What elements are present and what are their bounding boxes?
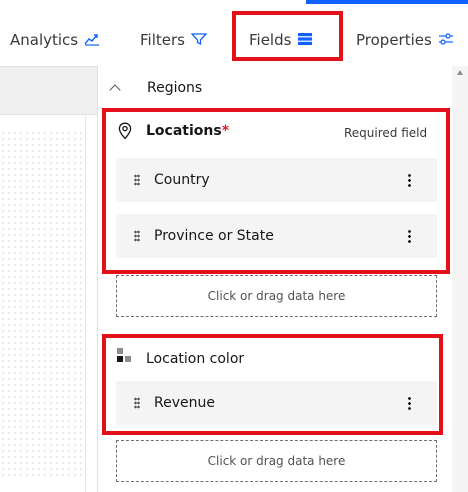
tab-filters[interactable]: Filters	[140, 16, 208, 66]
line-chart-icon	[84, 17, 100, 65]
tab-analytics-label: Analytics	[10, 31, 79, 49]
field-row-province-or-state[interactable]: Province or State	[116, 214, 437, 258]
tab-properties-label: Properties	[356, 31, 432, 49]
tab-analytics[interactable]: Analytics	[10, 16, 100, 66]
overflow-menu-icon[interactable]	[408, 396, 411, 410]
tab-filters-label: Filters	[140, 31, 185, 49]
scroll-up-icon[interactable]	[457, 70, 463, 75]
location-color-title: Location color	[146, 351, 245, 367]
overflow-menu-icon[interactable]	[408, 229, 411, 243]
field-label: Province or State	[154, 228, 274, 244]
drag-handle-icon[interactable]	[134, 174, 140, 186]
locations-title: Locations*	[146, 121, 229, 141]
locations-drop-zone[interactable]: Click or drag data here	[116, 275, 437, 317]
filter-icon	[190, 17, 208, 65]
tab-accent-bar	[306, 0, 468, 4]
required-field-note: Required field	[344, 126, 428, 140]
locations-title-text: Locations	[146, 123, 222, 139]
field-row-revenue[interactable]: Revenue	[116, 381, 437, 425]
sliders-icon	[438, 17, 454, 65]
field-label: Revenue	[154, 395, 215, 411]
canvas-grid	[0, 130, 85, 480]
color-swatch-icon	[116, 347, 134, 365]
tab-properties[interactable]: Properties	[356, 16, 454, 66]
overflow-menu-icon[interactable]	[408, 173, 411, 187]
canvas-toolbar-strip	[0, 66, 97, 115]
drag-handle-icon[interactable]	[134, 397, 140, 409]
field-row-country[interactable]: Country	[116, 158, 437, 202]
required-asterisk: *	[221, 123, 230, 139]
location-pin-icon	[118, 122, 132, 144]
section-regions-title[interactable]: Regions	[147, 75, 202, 101]
canvas-divider	[85, 115, 86, 492]
fields-tab-highlight	[232, 11, 343, 61]
panel-scrollbar[interactable]	[452, 66, 468, 492]
field-label: Country	[154, 172, 210, 188]
location-color-drop-zone[interactable]: Click or drag data here	[116, 440, 437, 482]
drag-handle-icon[interactable]	[134, 230, 140, 242]
